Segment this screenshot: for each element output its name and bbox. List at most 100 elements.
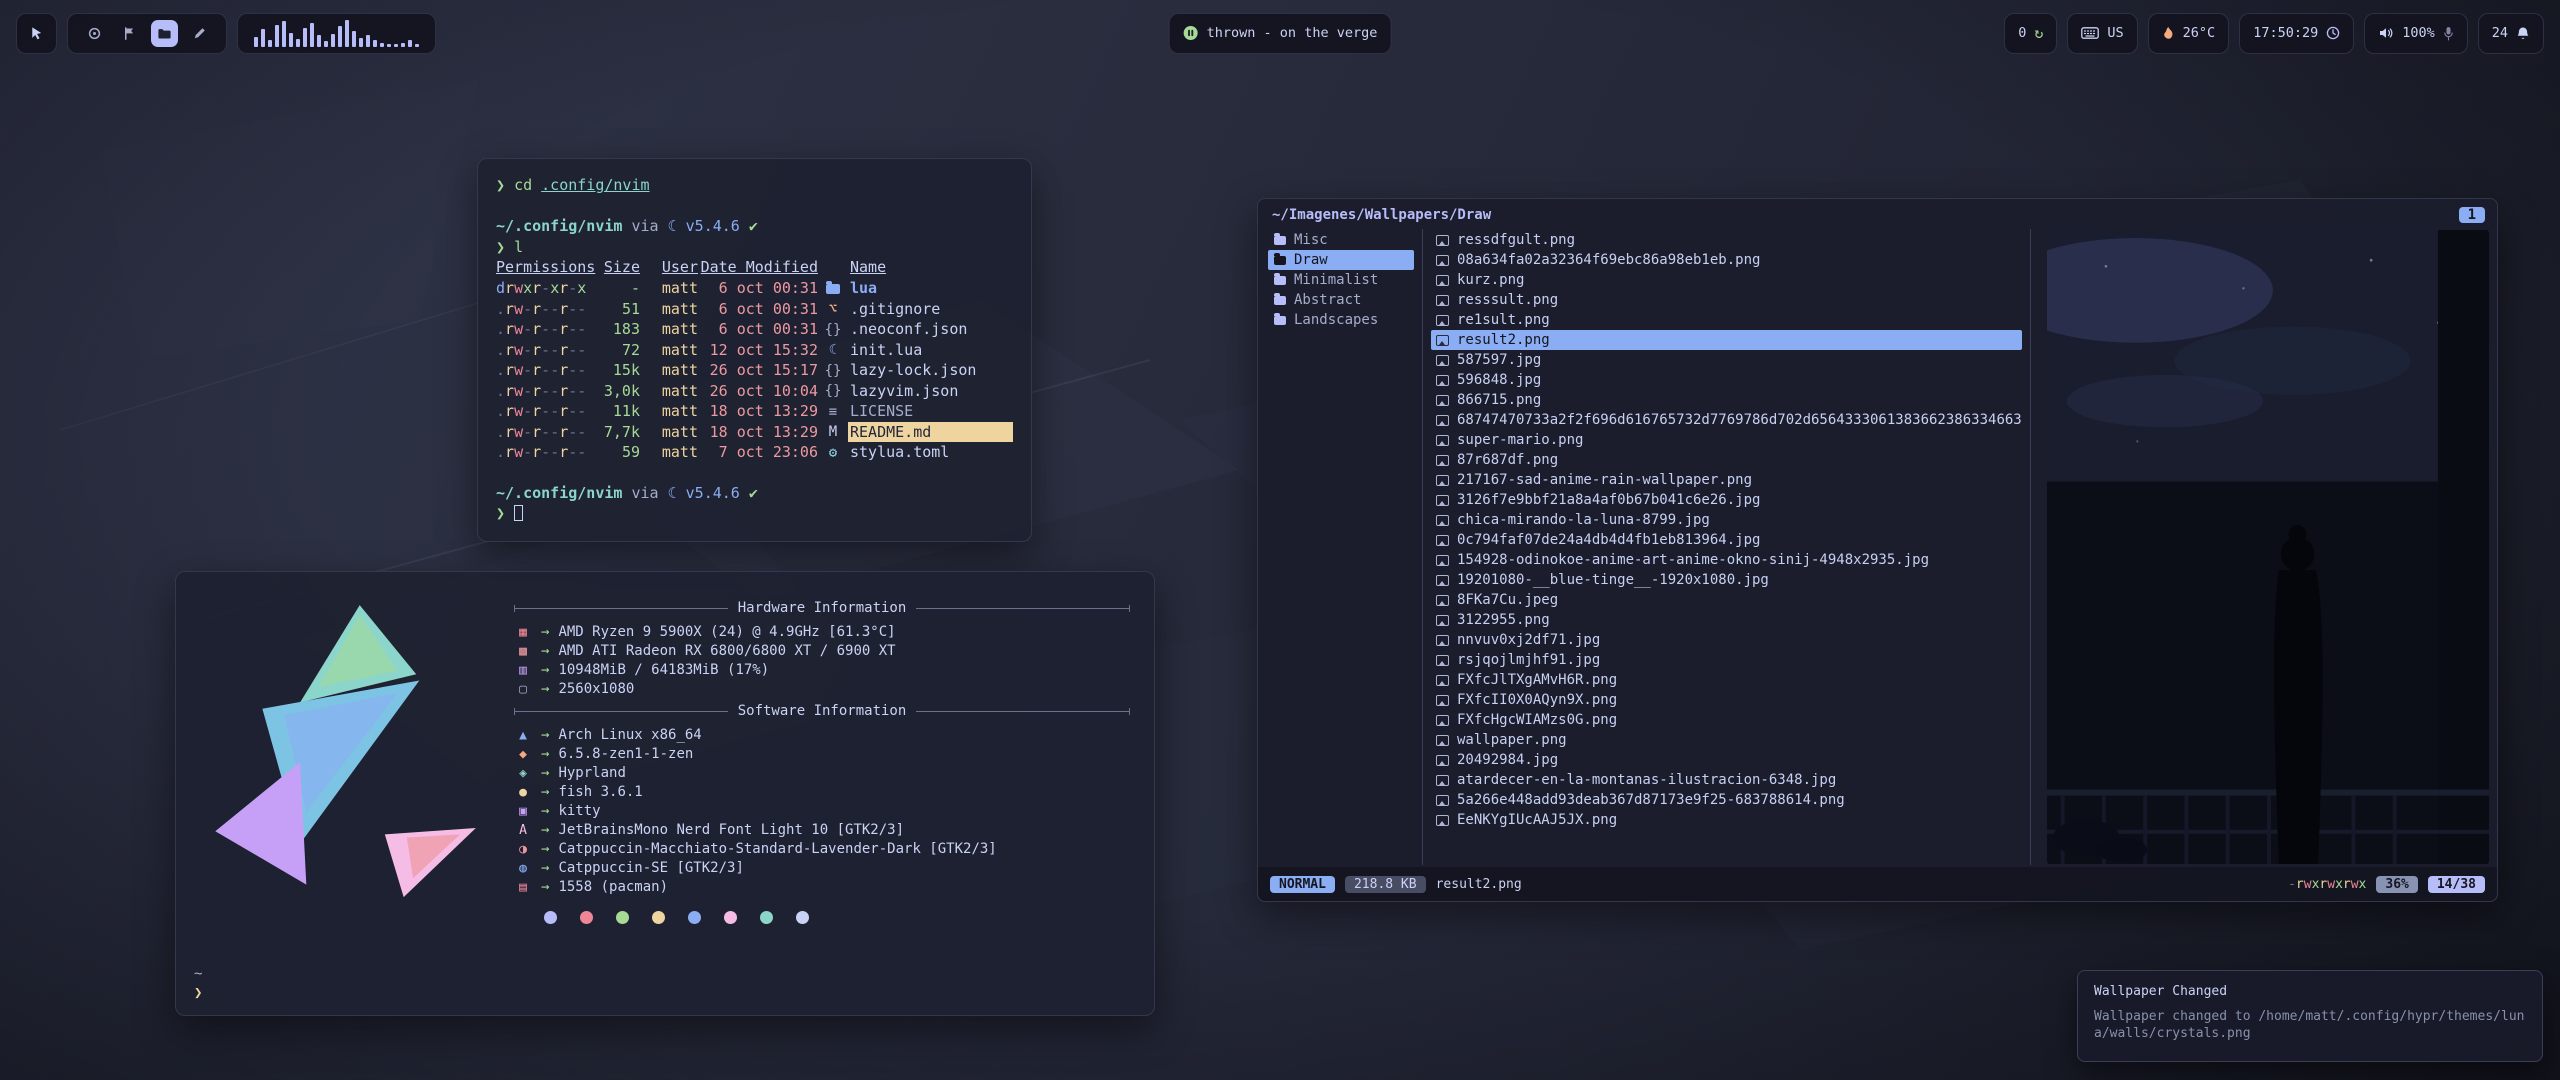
arrow-icon: → bbox=[541, 680, 549, 699]
notifications-module[interactable]: 24 bbox=[2478, 13, 2544, 54]
image-file-icon bbox=[1436, 515, 1449, 526]
file-item[interactable]: result2.png bbox=[1431, 330, 2022, 350]
file-item[interactable]: 154928-odinokoe-anime-art-anime-okno-sin… bbox=[1431, 550, 2022, 570]
sidebar-folder-landscapes[interactable]: Landscapes bbox=[1268, 310, 1414, 330]
file-item[interactable]: FXfcII0X0AQyn9X.png bbox=[1431, 690, 2022, 710]
volume-module[interactable]: 100% bbox=[2364, 13, 2468, 54]
command-line: ❯ l bbox=[496, 237, 1013, 258]
workspace-1-button[interactable] bbox=[81, 20, 108, 47]
status-bar: NORMAL 218.8 KB result2.png -rwxrwxrwx 3… bbox=[1258, 867, 2497, 901]
file-item[interactable]: 596848.jpg bbox=[1431, 370, 2022, 390]
file-item[interactable]: 20492984.jpg bbox=[1431, 750, 2022, 770]
distro-logo bbox=[200, 592, 488, 995]
listing-row: .rw-r--r--7,7kmatt18 oct 13:29MREADME.md bbox=[496, 421, 1013, 442]
hardware-info: ▦→AMD Ryzen 9 5900X (24) @ 4.9GHz [61.3°… bbox=[514, 623, 1130, 699]
file-item[interactable]: ressdfgult.png bbox=[1431, 230, 2022, 250]
arrow-icon: → bbox=[541, 859, 549, 878]
launcher-cursor-icon bbox=[29, 26, 44, 41]
clock-module[interactable]: 17:50:29 bbox=[2239, 13, 2354, 54]
image-file-icon bbox=[1436, 455, 1449, 466]
viz-bar bbox=[317, 35, 321, 47]
file-item[interactable]: kurz.png bbox=[1431, 270, 2022, 290]
json-icon: {} bbox=[825, 322, 842, 338]
file-item[interactable]: 0c794faf07de24a4db4d4fb1eb813964.jpg bbox=[1431, 530, 2022, 550]
updates-icon: ↻ bbox=[2034, 24, 2043, 42]
image-file-icon bbox=[1436, 475, 1449, 486]
workspace-3-button[interactable] bbox=[151, 20, 178, 47]
lua-moon-icon: ☾ bbox=[668, 217, 677, 235]
bell-icon bbox=[2516, 26, 2530, 41]
file-item[interactable]: 87r687df.png bbox=[1431, 450, 2022, 470]
terminal-row: ▣→kitty bbox=[514, 802, 1130, 821]
image-file-icon bbox=[1436, 255, 1449, 266]
file-item[interactable]: nnvuv0xj2df71.jpg bbox=[1431, 630, 2022, 650]
hardware-section-header: Hardware Information bbox=[514, 599, 1130, 618]
notification-toast[interactable]: Wallpaper Changed Wallpaper changed to /… bbox=[2077, 970, 2543, 1062]
fetch-info: Hardware Information ▦→AMD Ryzen 9 5900X… bbox=[514, 592, 1130, 995]
permissions-text: -rwxrwxrwx bbox=[2288, 877, 2366, 892]
sidebar-folder-misc[interactable]: Misc bbox=[1268, 230, 1414, 250]
software-info: ▲→Arch Linux x86_64◆→6.5.8-zen1-1-zen◈→H… bbox=[514, 726, 1130, 897]
arrow-icon: → bbox=[541, 821, 549, 840]
file-item[interactable]: 3126f7e9bbf21a8a4af0b67b041c6e26.jpg bbox=[1431, 490, 2022, 510]
file-item[interactable]: EeNKYgIUcAAJ5JX.png bbox=[1431, 810, 2022, 830]
sidebar-folder-minimalist[interactable]: Minimalist bbox=[1268, 270, 1414, 290]
file-item[interactable]: 08a634fa02a32364f69ebc86a98eb1eb.png bbox=[1431, 250, 2022, 270]
updates-module[interactable]: 0 ↻ bbox=[2004, 13, 2057, 54]
file-item[interactable]: 68747470733a2f2f696d616765732d7769786d70… bbox=[1431, 410, 2022, 430]
lua-version: ☾ v5.4.6 bbox=[668, 217, 740, 235]
prompt-path: ~ bbox=[194, 965, 202, 984]
sidebar-folder-abstract[interactable]: Abstract bbox=[1268, 290, 1414, 310]
image-file-icon bbox=[1436, 535, 1449, 546]
position-badge: 14/38 bbox=[2428, 876, 2485, 893]
file-item[interactable]: FXfcHgcWIAMzs0G.png bbox=[1431, 710, 2022, 730]
kernel-icon: ◆ bbox=[514, 745, 532, 764]
folder-icon bbox=[1274, 316, 1286, 325]
keyboard-icon bbox=[2081, 27, 2099, 39]
file-item[interactable]: wallpaper.png bbox=[1431, 730, 2022, 750]
keyboard-layout-module[interactable]: US bbox=[2067, 13, 2137, 54]
file-item[interactable]: 19201080-__blue-tinge__-1920x1080.jpg bbox=[1431, 570, 2022, 590]
column-divider bbox=[2030, 229, 2031, 865]
image-file-icon bbox=[1436, 755, 1449, 766]
font-row: A→JetBrainsMono Nerd Font Light 10 [GTK2… bbox=[514, 821, 1130, 840]
scroll-percent-badge: 36% bbox=[2376, 876, 2417, 893]
file-item[interactable]: 3122955.png bbox=[1431, 610, 2022, 630]
file-item[interactable]: chica-mirando-la-luna-8799.jpg bbox=[1431, 510, 2022, 530]
file-item[interactable]: 866715.png bbox=[1431, 390, 2022, 410]
folder-icon bbox=[826, 284, 840, 294]
temperature-module[interactable]: 26°C bbox=[2148, 13, 2230, 54]
terminal-cursor bbox=[514, 505, 523, 521]
packages-icon: ▤ bbox=[514, 878, 532, 897]
file-item[interactable]: 5a266e448add93deab367d87173e9f25-6837886… bbox=[1431, 790, 2022, 810]
image-file-icon bbox=[1436, 735, 1449, 746]
file-item[interactable]: 587597.jpg bbox=[1431, 350, 2022, 370]
file-manager-window[interactable]: ~/Imagenes/Wallpapers/Draw 1 MiscDrawMin… bbox=[1257, 198, 2498, 902]
viz-bar bbox=[338, 26, 342, 47]
tab-badge: 1 bbox=[2459, 207, 2485, 223]
sidebar-folder-draw[interactable]: Draw bbox=[1268, 250, 1414, 270]
file-item[interactable]: 217167-sad-anime-rain-wallpaper.png bbox=[1431, 470, 2022, 490]
prompt-line: ❯ bbox=[496, 503, 1013, 524]
workspace-4-button[interactable] bbox=[186, 20, 213, 47]
file-item[interactable]: re1sult.png bbox=[1431, 310, 2022, 330]
folder-icon bbox=[1274, 236, 1286, 245]
workspace-2-button[interactable] bbox=[116, 20, 143, 47]
gear-icon: ⚙ bbox=[829, 445, 837, 461]
launcher-button[interactable] bbox=[16, 13, 57, 54]
file-item[interactable]: atardecer-en-la-montanas-ilustracion-634… bbox=[1431, 770, 2022, 790]
file-item[interactable]: FXfcJlTXgAMvH6R.png bbox=[1431, 670, 2022, 690]
json-icon: {} bbox=[825, 363, 842, 379]
palette-dot bbox=[652, 911, 665, 924]
image-file-icon bbox=[1436, 495, 1449, 506]
file-item[interactable]: 8FKa7Cu.jpeg bbox=[1431, 590, 2022, 610]
file-item[interactable]: super-mario.png bbox=[1431, 430, 2022, 450]
viz-bar bbox=[268, 40, 272, 47]
file-item[interactable]: resssult.png bbox=[1431, 290, 2022, 310]
music-widget[interactable]: thrown - on the verge bbox=[1169, 13, 1392, 54]
terminal-window[interactable]: ❯ cd .config/nvim ~/.config/nvim via ☾ v… bbox=[477, 158, 1032, 542]
fetch-terminal-window[interactable]: Hardware Information ▦→AMD Ryzen 9 5900X… bbox=[175, 571, 1155, 1016]
command: l bbox=[514, 238, 523, 256]
image-preview bbox=[2047, 230, 2489, 864]
file-item[interactable]: rsjqojlmjhf91.jpg bbox=[1431, 650, 2022, 670]
